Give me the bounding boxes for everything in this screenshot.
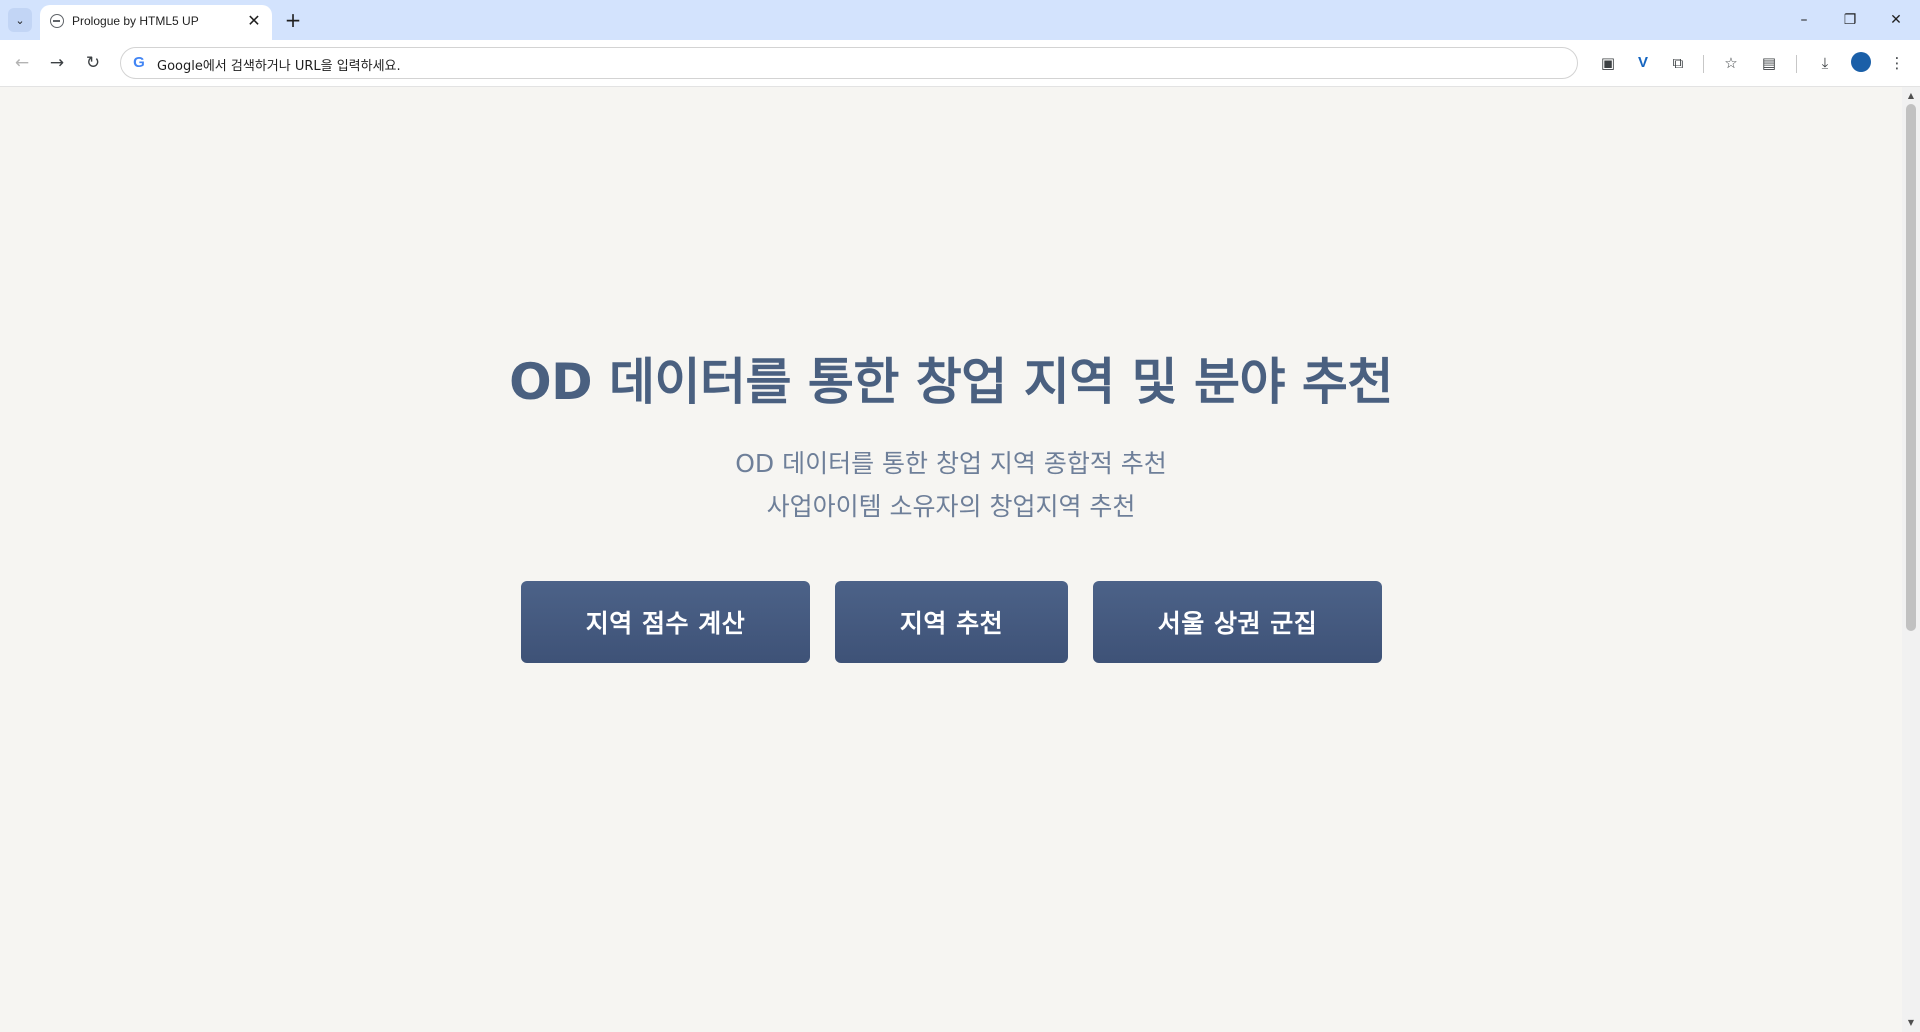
browser-tab-active[interactable]: Prologue by HTML5 UP ✕ <box>40 5 272 40</box>
close-icon[interactable]: ✕ <box>244 11 264 31</box>
reload-button[interactable]: ↻ <box>79 49 107 77</box>
google-icon: G <box>133 54 145 71</box>
bookmark-star-icon[interactable]: ☆ <box>1718 50 1744 76</box>
menu-icon[interactable]: ⋮ <box>1884 50 1910 76</box>
globe-icon <box>50 14 64 28</box>
chevron-down-icon: ⌄ <box>15 13 25 27</box>
translate-icon[interactable]: ▣ <box>1595 50 1621 76</box>
region-recommend-button[interactable]: 지역 추천 <box>835 581 1068 663</box>
address-bar[interactable]: G Google에서 검색하거나 URL을 입력하세요. <box>120 47 1578 79</box>
subtitle-line-1: OD 데이터를 통한 창업 지역 종합적 추천 <box>735 449 1167 478</box>
scrollbar-thumb[interactable] <box>1906 104 1916 631</box>
reading-list-icon[interactable]: ▤ <box>1756 50 1782 76</box>
address-placeholder: Google에서 검색하거나 URL을 입력하세요. <box>157 59 401 74</box>
extension-v-icon[interactable]: V <box>1630 50 1656 76</box>
tab-search-button[interactable]: ⌄ <box>8 8 32 32</box>
vertical-scrollbar[interactable]: ▲ ▼ <box>1902 87 1920 1032</box>
tab-strip: ⌄ Prologue by HTML5 UP ✕ + – ❐ ✕ <box>0 0 1920 40</box>
browser-toolbar: ← → ↻ G Google에서 검색하거나 URL을 입력하세요. ▣ V ⧉… <box>0 40 1920 87</box>
toolbar-divider <box>1796 55 1797 73</box>
tab-title: Prologue by HTML5 UP <box>72 14 199 28</box>
page-title: OD 데이터를 통한 창업 지역 및 분야 추천 <box>509 353 1393 411</box>
extensions-icon[interactable]: ⧉ <box>1665 50 1691 76</box>
page-content: OD 데이터를 통한 창업 지역 및 분야 추천 OD 데이터를 통한 창업 지… <box>0 87 1902 1032</box>
back-button[interactable]: ← <box>8 49 36 77</box>
minimize-button[interactable]: – <box>1786 6 1822 34</box>
forward-button[interactable]: → <box>43 49 71 77</box>
restore-button[interactable]: ❐ <box>1832 6 1868 34</box>
subtitle-line-2: 사업아이템 소유자의 창업지역 추천 <box>766 492 1136 521</box>
profile-avatar[interactable] <box>1851 52 1871 72</box>
seoul-cluster-button[interactable]: 서울 상권 군집 <box>1093 581 1382 663</box>
new-tab-button[interactable]: + <box>280 7 306 33</box>
region-score-button[interactable]: 지역 점수 계산 <box>521 581 810 663</box>
scroll-down-arrow-icon[interactable]: ▼ <box>1902 1016 1920 1030</box>
window-close-button[interactable]: ✕ <box>1878 6 1914 34</box>
toolbar-divider <box>1703 55 1704 73</box>
scroll-up-arrow-icon[interactable]: ▲ <box>1902 89 1920 103</box>
download-icon[interactable]: ⤓ <box>1812 50 1838 76</box>
